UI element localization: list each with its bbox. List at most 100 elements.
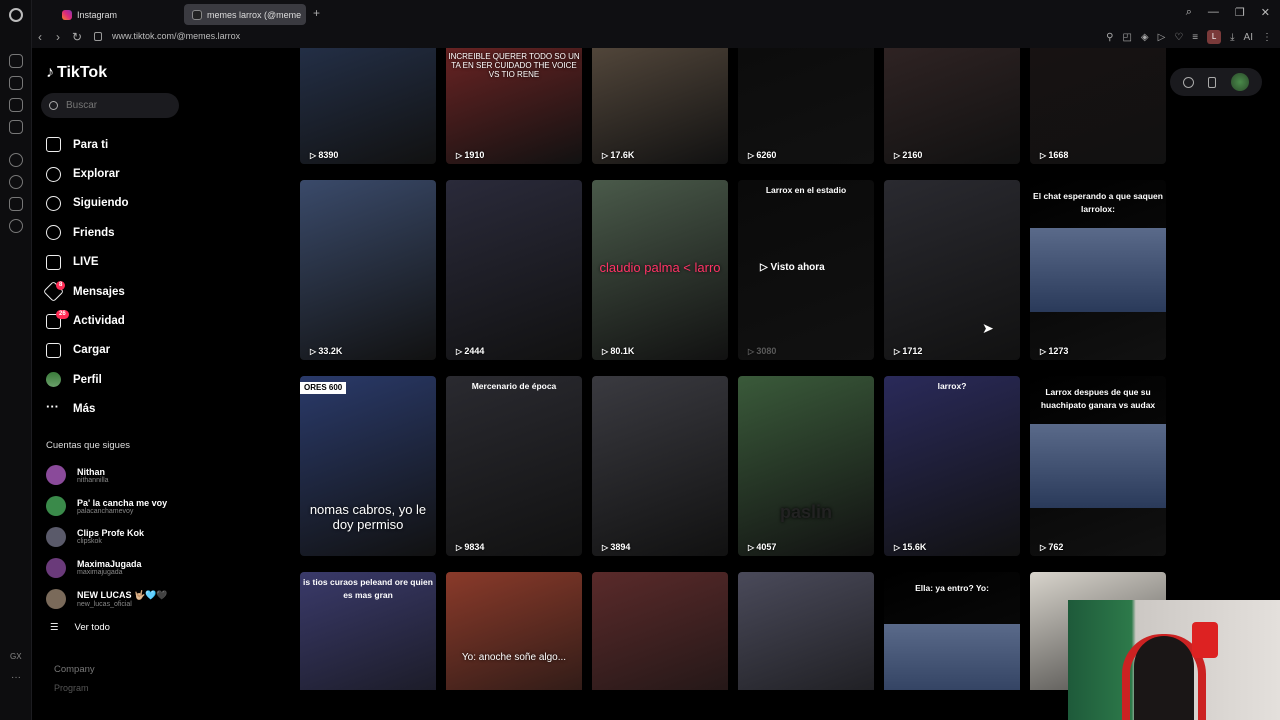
- heart-icon[interactable]: ♡: [1174, 32, 1183, 43]
- following-item[interactable]: MaximaJugada maximajugada: [46, 552, 206, 583]
- maximize-button[interactable]: ❐: [1235, 6, 1245, 19]
- search-tabs-icon[interactable]: ⌕: [1186, 6, 1192, 19]
- video-overlay-text: Yo: anoche soñe algo...: [461, 652, 567, 663]
- following-header: Cuentas que sigues: [46, 440, 130, 451]
- following-item[interactable]: Nithan nithannilla: [46, 460, 206, 491]
- more-dots-icon[interactable]: ···: [11, 672, 21, 683]
- player-icon[interactable]: [9, 153, 23, 167]
- bookmarks-icon[interactable]: [9, 98, 23, 112]
- search-input[interactable]: [66, 100, 166, 111]
- clock-icon[interactable]: [9, 175, 23, 189]
- avatar[interactable]: [1230, 73, 1249, 91]
- view-count: 1668: [1040, 150, 1068, 160]
- video-frame: [884, 624, 1020, 690]
- download-icon[interactable]: ⤓: [1230, 32, 1234, 43]
- footer-program-link[interactable]: Program: [54, 683, 89, 693]
- messenger-icon[interactable]: [9, 120, 23, 134]
- url-field[interactable]: www.tiktok.com/@memes.larrox: [112, 31, 240, 41]
- view-count: 1712: [894, 346, 922, 356]
- back-button[interactable]: ‹: [38, 30, 42, 44]
- nav-mensajes[interactable]: 8 Mensajes: [42, 277, 186, 306]
- video-thumbnail[interactable]: 1712: [884, 180, 1020, 360]
- shield-icon[interactable]: ◈: [1141, 32, 1149, 43]
- nav-explorar[interactable]: Explorar: [46, 159, 186, 188]
- nav-label: Para ti: [73, 138, 109, 151]
- video-thumbnail[interactable]: 3894: [592, 376, 728, 556]
- tab-tiktok[interactable]: memes larrox (@meme: [184, 4, 306, 25]
- video-thumbnail[interactable]: Mercenario de época 9834: [446, 376, 582, 556]
- video-caption: larrox?: [937, 381, 967, 391]
- nav-para-ti[interactable]: Para ti: [46, 130, 186, 159]
- video-thumbnail[interactable]: 2444: [446, 180, 582, 360]
- new-tab-button[interactable]: +: [313, 6, 320, 20]
- ai-button[interactable]: AI: [1244, 32, 1253, 43]
- following-username: palacanchamevoy: [77, 507, 134, 515]
- video-overlay-text: INCREIBLE QUERER TODO SO UN TA EN SER CU…: [448, 52, 580, 79]
- snapshot-icon[interactable]: ◰: [1122, 32, 1131, 43]
- following-item[interactable]: Clips Profe Kok clipskok: [46, 522, 206, 553]
- see-all-link[interactable]: ☰ Ver todo: [50, 622, 110, 633]
- history-icon[interactable]: [9, 54, 23, 68]
- send-icon[interactable]: ▷: [1158, 32, 1166, 43]
- minimize-button[interactable]: —: [1208, 6, 1219, 19]
- following-username: maximajugada: [77, 569, 123, 577]
- following-item[interactable]: Pa' la cancha me voy palacanchamevoy: [46, 491, 206, 522]
- following-item[interactable]: NEW LUCAS 🤟🏼🩵🖤 new_lucas_oficial: [46, 583, 206, 614]
- video-thumbnail[interactable]: INCREIBLE QUERER TODO SO UN TA EN SER CU…: [446, 48, 582, 164]
- home-icon: [46, 137, 61, 153]
- compass-icon[interactable]: [1183, 76, 1195, 88]
- brand-name: TikTok: [57, 64, 108, 81]
- search-box[interactable]: [41, 93, 179, 118]
- see-all-label: Ver todo: [74, 622, 110, 633]
- extensions-icon[interactable]: [9, 197, 23, 211]
- video-thumbnail[interactable]: Ella: ya entro? Yo:: [884, 572, 1020, 690]
- view-count: 2444: [456, 346, 484, 356]
- tiktok-logo[interactable]: ♪ TikTok: [46, 64, 107, 82]
- video-thumbnail[interactable]: paslin 4057: [738, 376, 874, 556]
- video-thumbnail[interactable]: Yo: anoche soñe algo...: [446, 572, 582, 690]
- video-thumbnail[interactable]: [738, 572, 874, 690]
- video-thumbnail[interactable]: Larrox despues de que su huachipato gana…: [1030, 376, 1166, 556]
- video-thumbnail[interactable]: nomas cabros, yo le doy permiso ORES 600: [300, 376, 436, 556]
- settings-gear-icon[interactable]: [9, 219, 23, 233]
- tiktok-favicon-icon: [192, 9, 202, 20]
- video-caption: Mercenario de época: [471, 381, 557, 391]
- nav-perfil[interactable]: Perfil: [46, 365, 186, 394]
- following-username: nithannilla: [77, 476, 109, 484]
- nav-actividad[interactable]: 26 Actividad: [46, 306, 186, 335]
- video-thumbnail[interactable]: 17.6K: [592, 48, 728, 164]
- reload-button[interactable]: ↻: [72, 30, 82, 44]
- menu-icon[interactable]: ≡: [1192, 32, 1198, 43]
- video-thumbnail[interactable]: 33.2K: [300, 180, 436, 360]
- video-thumbnail[interactable]: Larrox en el estadio ▷ Visto ahora 3080: [738, 180, 874, 360]
- tab-instagram[interactable]: Instagram: [54, 4, 174, 25]
- gx-label[interactable]: GX: [10, 652, 22, 661]
- video-thumbnail[interactable]: claudio palma < larro 80.1K: [592, 180, 728, 360]
- nav-friends[interactable]: Friends: [46, 218, 186, 247]
- profile-avatar[interactable]: L: [1207, 30, 1222, 44]
- opera-logo-icon[interactable]: [9, 8, 23, 22]
- forward-button[interactable]: ›: [56, 30, 60, 44]
- view-count: 33.2K: [310, 346, 342, 356]
- video-thumbnail[interactable]: El chat esperando a que saquen larrolox:…: [1030, 180, 1166, 360]
- phone-icon[interactable]: [1208, 76, 1217, 88]
- nav-live[interactable]: LIVE: [46, 248, 186, 277]
- more-icon[interactable]: ⋮: [1262, 32, 1272, 43]
- video-thumbnail[interactable]: 6260: [738, 48, 874, 164]
- nav-cargar[interactable]: Cargar: [46, 336, 186, 365]
- nav-label: Más: [73, 403, 96, 416]
- video-thumbnail[interactable]: [592, 572, 728, 690]
- flow-icon[interactable]: [9, 76, 23, 90]
- footer-company-link[interactable]: Company: [54, 664, 95, 675]
- nav-mas[interactable]: ··· Más: [46, 395, 186, 424]
- video-caption: Larrox despues de que su huachipato gana…: [1040, 387, 1156, 410]
- tab-bar: Instagram memes larrox (@meme + ⌕ — ❐ ✕: [32, 0, 1280, 28]
- video-thumbnail[interactable]: 1668: [1030, 48, 1166, 164]
- pin-icon[interactable]: ⚲: [1106, 32, 1113, 43]
- video-thumbnail[interactable]: larrox? 15.6K: [884, 376, 1020, 556]
- video-thumbnail[interactable]: is tios curaos peleand ore quien es mas …: [300, 572, 436, 690]
- video-thumbnail[interactable]: 2160: [884, 48, 1020, 164]
- nav-siguiendo[interactable]: Siguiendo: [46, 189, 186, 218]
- close-button[interactable]: ✕: [1261, 6, 1270, 19]
- video-thumbnail[interactable]: 8390: [300, 48, 436, 164]
